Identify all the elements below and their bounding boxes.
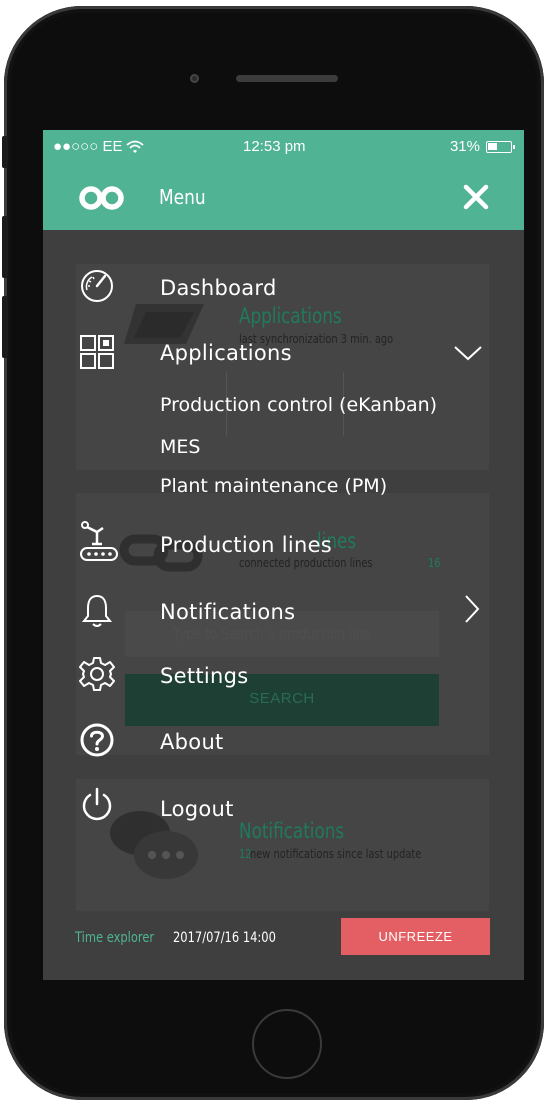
gear-icon xyxy=(79,657,115,691)
menu-label-production-lines: Production lines xyxy=(160,533,333,557)
submenu-item-plant-maintenance[interactable]: Plant maintenance (PM) xyxy=(160,475,387,497)
menu-item-notifications[interactable]: Notifications xyxy=(43,588,524,638)
menu-item-logout[interactable]: Logout xyxy=(43,785,524,835)
submenu-item-mes[interactable]: MES xyxy=(160,436,200,458)
mute-switch xyxy=(2,136,8,168)
menu-label-settings: Settings xyxy=(160,664,249,688)
front-camera xyxy=(190,74,199,83)
app-screen: ●●○○○ EE 12:53 pm 31% Menu Applications … xyxy=(43,130,524,980)
bell-icon xyxy=(81,594,113,627)
menu-item-applications[interactable]: Applications xyxy=(43,330,524,380)
power-icon xyxy=(82,787,112,821)
submenu-item-ekanban[interactable]: Production control (eKanban) xyxy=(160,394,437,416)
wifi-icon xyxy=(126,140,145,153)
earpiece-speaker xyxy=(236,75,338,82)
notifications-card-sub: new notifications since last update xyxy=(250,847,422,861)
menu-item-production-lines[interactable]: Production lines xyxy=(43,520,524,570)
time-explorer-label: Time explorer xyxy=(75,930,155,946)
app-header: Menu xyxy=(43,164,524,230)
menu-item-about[interactable]: About xyxy=(43,718,524,768)
menu-label-logout: Logout xyxy=(160,797,234,821)
home-button[interactable] xyxy=(252,1009,322,1079)
grid-apps-icon xyxy=(80,335,114,369)
chevron-down-icon[interactable] xyxy=(453,344,483,362)
infinity-loop-icon[interactable] xyxy=(79,186,125,210)
status-time: 12:53 pm xyxy=(243,138,306,155)
status-bar: ●●○○○ EE 12:53 pm 31% xyxy=(43,130,524,164)
menu-label-applications: Applications xyxy=(160,341,292,365)
carrier-label: ●●○○○ EE xyxy=(53,138,123,155)
menu-label-about: About xyxy=(160,730,224,754)
menu-item-settings[interactable]: Settings xyxy=(43,652,524,702)
volume-down-button xyxy=(2,296,8,358)
menu-label-dashboard: Dashboard xyxy=(160,276,277,300)
help-circle-icon xyxy=(80,723,114,757)
unfreeze-button[interactable]: UNFREEZE xyxy=(341,918,490,955)
time-explorer-value[interactable]: 2017/07/16 14:00 xyxy=(173,930,276,946)
menu-label-notifications: Notifications xyxy=(160,600,296,624)
speedometer-icon xyxy=(81,270,113,302)
page-title: Menu xyxy=(159,185,206,209)
battery-percent: 31% xyxy=(449,138,480,155)
volume-up-button xyxy=(2,216,8,278)
menu-item-dashboard[interactable]: Dashboard xyxy=(43,265,524,315)
conveyor-robot-icon xyxy=(80,521,118,561)
chevron-right-icon[interactable] xyxy=(463,594,481,624)
close-icon[interactable] xyxy=(459,180,493,214)
battery-icon xyxy=(486,140,515,153)
